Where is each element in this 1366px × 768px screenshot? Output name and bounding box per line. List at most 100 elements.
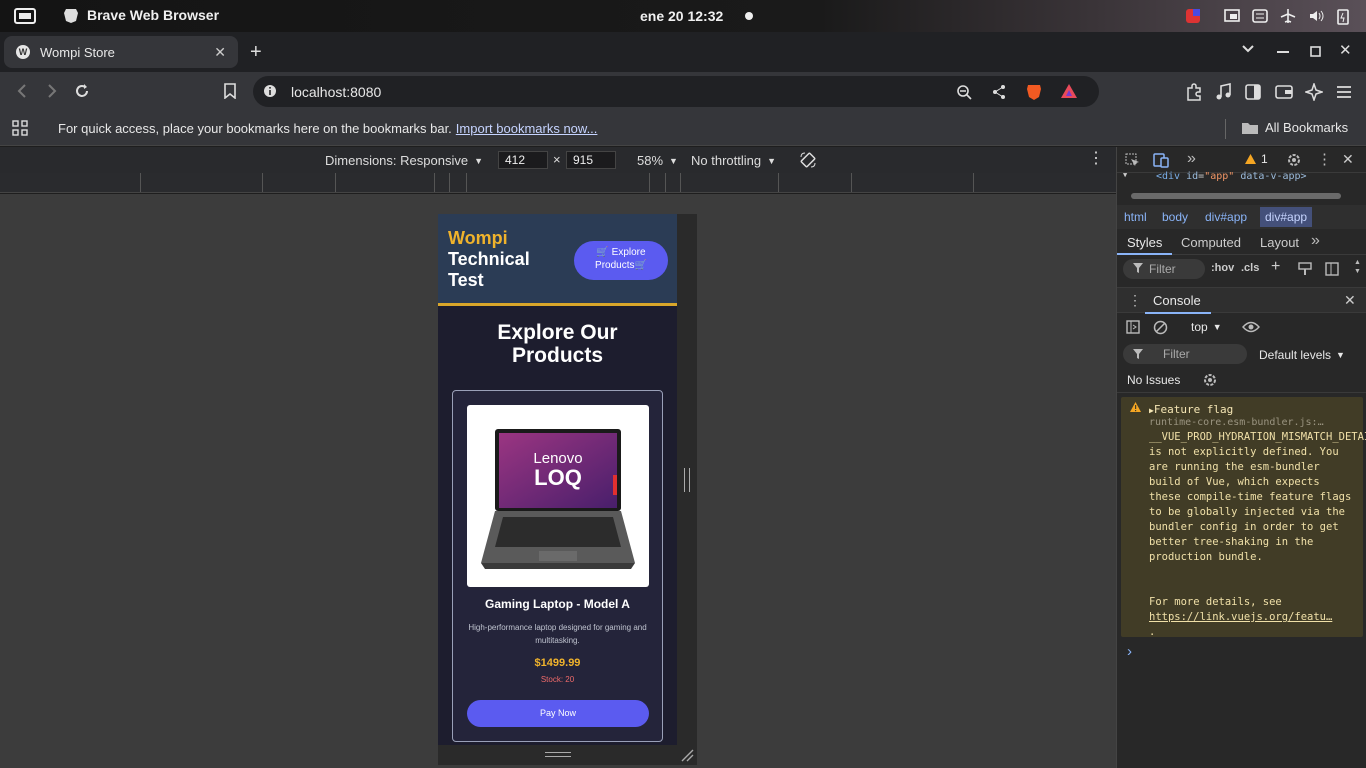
minimize-icon[interactable] <box>1277 51 1289 53</box>
site-info-icon[interactable] <box>263 84 277 98</box>
more-tabs-icon[interactable]: » <box>1187 150 1196 168</box>
more-subtabs-icon[interactable]: » <box>1311 232 1320 250</box>
console-warning-message[interactable]: ▶Feature flag runtime-core.esm-bundler.j… <box>1121 397 1366 638</box>
rotate-icon[interactable] <box>799 151 817 169</box>
warning-title[interactable]: ▶Feature flag <box>1149 403 1233 416</box>
product-stock: Stock: 20 <box>540 675 575 684</box>
console-settings-gear-icon[interactable] <box>1202 372 1218 388</box>
dom-tree-snippet[interactable]: ▼ <div id="app" data-v-app> <box>1117 171 1366 185</box>
devtools-panel: » 1 ⋮ ✕ ▼ <div id="app" data-v-app> html… <box>1116 147 1366 768</box>
product-image: Lenovo LOQ <box>467 405 649 587</box>
power-icon[interactable] <box>1336 7 1350 25</box>
reload-icon[interactable] <box>74 83 90 99</box>
console-sidebar-icon[interactable] <box>1126 320 1140 334</box>
product-card[interactable]: Lenovo LOQ Gaming Laptop - Model A High-… <box>452 390 663 742</box>
cls-toggle[interactable]: .cls <box>1241 262 1259 274</box>
hov-toggle[interactable]: :hov <box>1211 262 1234 274</box>
dom-horizontal-scrollbar[interactable] <box>1117 191 1366 201</box>
keyboard-icon[interactable] <box>1252 9 1268 23</box>
color-app-icon[interactable] <box>1185 8 1201 24</box>
brave-shields-icon[interactable] <box>1026 83 1042 101</box>
system-clock[interactable]: ene 20 12:32 <box>640 8 723 24</box>
toggle-sidebar-icon[interactable] <box>1325 262 1339 276</box>
devtools-menu-icon[interactable]: ⋮ <box>1317 150 1332 168</box>
zoom-dropdown[interactable]: 58% ▼ <box>637 153 678 168</box>
close-drawer-icon[interactable]: ✕ <box>1344 292 1356 309</box>
breadcrumb-body[interactable]: body <box>1162 210 1188 224</box>
screen-cast-icon[interactable] <box>1224 9 1240 23</box>
leo-ai-icon[interactable] <box>1305 83 1323 101</box>
volume-icon[interactable] <box>1308 8 1324 24</box>
media-query-ruler <box>0 173 1116 193</box>
device-resize-handle-right[interactable] <box>677 214 697 745</box>
pay-now-button[interactable]: Pay Now <box>467 700 649 727</box>
width-input[interactable]: 412 <box>498 151 548 169</box>
new-tab-icon[interactable]: + <box>250 41 262 64</box>
context-selector[interactable]: top ▼ <box>1191 320 1222 334</box>
activities-icon[interactable] <box>14 7 36 25</box>
all-bookmarks-button[interactable]: All Bookmarks <box>1241 120 1348 135</box>
settings-gear-icon[interactable] <box>1286 152 1302 168</box>
extensions-icon[interactable] <box>1185 83 1203 101</box>
caret-down-icon: ▼ <box>669 155 678 166</box>
wallet-icon[interactable] <box>1275 84 1293 100</box>
tab-layout[interactable]: Layout <box>1260 235 1299 250</box>
live-expression-eye-icon[interactable] <box>1242 320 1260 334</box>
vue-docs-link[interactable]: https://link.vuejs.org/featu… <box>1149 610 1332 625</box>
device-toggle-icon[interactable] <box>1153 153 1169 168</box>
console-filter-row: Filter Default levels ▼ <box>1117 343 1366 367</box>
styles-scroll-arrows[interactable]: ▲ ▼ <box>1354 258 1361 276</box>
address-bar[interactable]: localhost:8080 <box>253 76 1099 107</box>
media-icon[interactable] <box>1215 83 1233 101</box>
tab-list-chevron-icon[interactable] <box>1241 44 1255 54</box>
share-icon[interactable] <box>991 84 1007 100</box>
throttling-dropdown[interactable]: No throttling ▼ <box>691 153 776 168</box>
import-bookmarks-link[interactable]: Import bookmarks now... <box>456 121 598 136</box>
airplane-mode-icon[interactable] <box>1280 8 1296 24</box>
browser-tab[interactable]: W Wompi Store ✕ <box>4 36 238 68</box>
breadcrumb-div-app-selected[interactable]: div#app <box>1260 207 1313 227</box>
bookmark-icon[interactable] <box>223 83 237 99</box>
resize-corner-icon[interactable] <box>680 748 694 762</box>
console-tab-indicator <box>1145 312 1211 314</box>
dimensions-dropdown[interactable]: Dimensions: Responsive ▼ <box>325 153 483 168</box>
back-icon[interactable] <box>14 83 30 99</box>
maximize-icon[interactable] <box>1309 45 1321 57</box>
forward-icon[interactable] <box>44 83 60 99</box>
new-style-rule-icon[interactable]: + <box>1271 258 1280 276</box>
clear-console-icon[interactable] <box>1153 320 1168 335</box>
brave-lion-icon <box>63 7 79 23</box>
console-toolbar: top ▼ <box>1117 315 1366 341</box>
device-resize-handle-bottom[interactable] <box>438 745 697 765</box>
inspect-element-icon[interactable] <box>1125 153 1140 168</box>
zoom-out-icon[interactable] <box>956 84 972 100</box>
app-menu[interactable]: Brave Web Browser <box>63 7 219 23</box>
more-options-icon[interactable]: ⋮ <box>1088 151 1104 167</box>
close-devtools-icon[interactable]: ✕ <box>1342 151 1354 168</box>
apps-grid-icon[interactable] <box>12 120 28 136</box>
brave-rewards-icon[interactable] <box>1060 83 1078 99</box>
warning-source-link[interactable]: runtime-core.esm-bundler.js:… <box>1149 417 1324 428</box>
tab-console[interactable]: Console <box>1153 293 1201 308</box>
warning-more: For more details, see https://link.vuejs… <box>1149 596 1333 638</box>
tab-styles[interactable]: Styles <box>1127 235 1162 250</box>
console-prompt[interactable]: › <box>1127 643 1132 660</box>
issues-badge[interactable]: 1 <box>1244 152 1268 166</box>
no-issues-label: No Issues <box>1127 373 1181 387</box>
close-window-icon[interactable]: ✕ <box>1339 41 1352 59</box>
paint-icon[interactable] <box>1298 262 1312 276</box>
tab-favicon: W <box>16 45 30 59</box>
breadcrumb-html[interactable]: html <box>1124 210 1147 224</box>
explore-products-button[interactable]: 🛒 Explore Products🛒 <box>574 241 668 280</box>
tab-title: Wompi Store <box>40 44 115 60</box>
sidebar-icon[interactable] <box>1245 84 1261 100</box>
caret-down-icon: ▼ <box>474 155 483 166</box>
tab-computed[interactable]: Computed <box>1181 235 1241 250</box>
height-input[interactable]: 915 <box>566 151 616 169</box>
menu-icon[interactable] <box>1336 85 1352 99</box>
log-levels-dropdown[interactable]: Default levels ▼ <box>1259 348 1345 362</box>
breadcrumb-div-app[interactable]: div#app <box>1205 210 1247 224</box>
drawer-menu-icon[interactable]: ⋮ <box>1128 292 1142 309</box>
bookmarks-message: For quick access, place your bookmarks h… <box>58 121 598 136</box>
close-tab-icon[interactable]: ✕ <box>214 44 226 61</box>
